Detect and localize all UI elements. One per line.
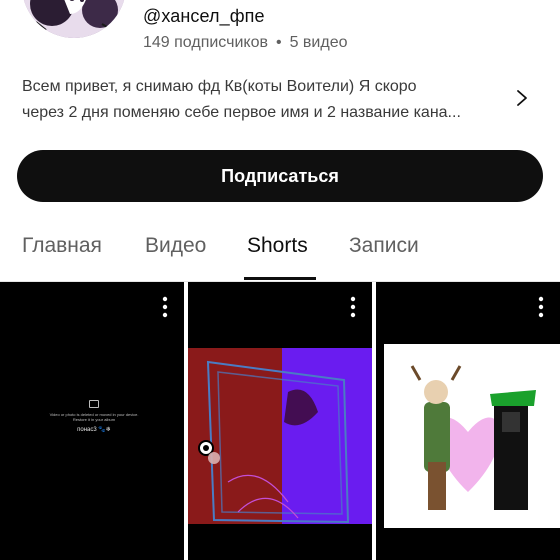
description-line-1: Всем привет, я снимаю фд Кв(коты Воители…: [22, 78, 417, 95]
short-artwork-2: [188, 348, 372, 524]
short-thumbnail-3[interactable]: [376, 282, 560, 560]
short-thumbnail-2[interactable]: [188, 282, 372, 560]
image-placeholder-icon: [89, 400, 99, 408]
tab-home[interactable]: Главная: [22, 234, 102, 258]
short-thumbnail-1[interactable]: Video or photo is deleted or moved in yo…: [0, 282, 184, 560]
stats-separator: •: [275, 34, 282, 51]
subscribe-button[interactable]: Подписаться: [17, 150, 543, 202]
deleted-notice-text: Video or photo is deleted or moved in yo…: [49, 412, 139, 422]
deleted-signature: понас3 🐾❄: [77, 427, 111, 433]
short-artwork-3: [384, 344, 560, 528]
more-vert-icon[interactable]: [160, 296, 170, 318]
more-vert-icon[interactable]: [536, 296, 546, 318]
tab-shorts[interactable]: Shorts: [247, 234, 308, 258]
tab-videos[interactable]: Видео: [145, 234, 206, 258]
active-tab-indicator: [244, 277, 316, 280]
deleted-media-notice: Video or photo is deleted or moved in yo…: [48, 400, 140, 433]
channel-description[interactable]: Всем привет, я снимаю фд Кв(коты Воители…: [22, 74, 500, 126]
shorts-grid: Video or photo is deleted or moved in yo…: [0, 282, 560, 560]
channel-handle: @хансел_фпе: [143, 6, 265, 26]
tab-posts[interactable]: Записи: [349, 234, 419, 258]
more-vert-icon[interactable]: [348, 296, 358, 318]
video-count: 5 видео: [289, 34, 348, 51]
description-line-2: через 2 дня поменяю себе первое имя и 2 …: [22, 104, 461, 121]
subscriber-count: 149 подписчиков: [143, 34, 268, 51]
channel-tabs: Главная Видео Shorts Записи: [0, 222, 560, 282]
chevron-right-icon[interactable]: [514, 88, 530, 108]
channel-stats: 149 подписчиков • 5 видео: [143, 34, 348, 52]
channel-avatar[interactable]: [22, 0, 126, 38]
